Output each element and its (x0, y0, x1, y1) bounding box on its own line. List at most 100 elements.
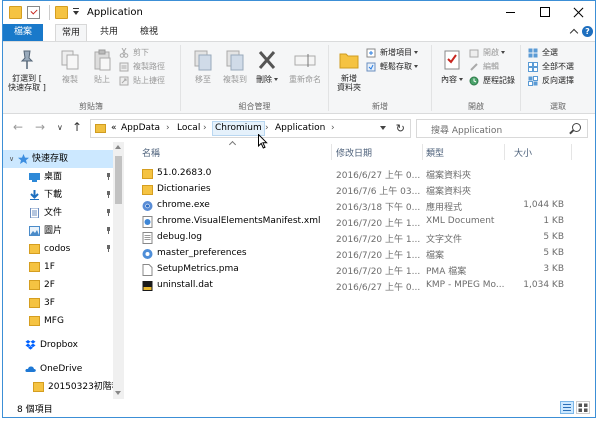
copy-to-button[interactable]: 複製到 (218, 46, 252, 96)
kmp-file-icon (142, 281, 153, 291)
file-row[interactable]: uninstall.dat 2016/6/27 上午 0... KMP - MP… (133, 278, 588, 294)
breadcrumb-chromium[interactable]: Chromium (212, 121, 265, 136)
new-item-button[interactable]: 新增項目 (366, 46, 418, 60)
breadcrumb-appdata[interactable]: AppData (121, 123, 160, 133)
column-header-name[interactable]: 名稱 (142, 146, 160, 159)
pin-to-quick-access-button[interactable]: 釘選到 [ 快速存取 ] (7, 46, 47, 96)
nav-item-documents[interactable]: 文件 (3, 204, 113, 222)
new-folder-button[interactable]: 新增 資料夾 (332, 46, 366, 96)
breadcrumb-separator-icon[interactable]: › (166, 123, 170, 133)
file-row[interactable]: master_preferences 2016/7/20 上午 1... 檔案 … (133, 246, 588, 262)
nav-item-folder-20150323[interactable]: 20150323初階稽 (3, 378, 121, 396)
select-none-button[interactable]: 全部不選 (528, 60, 574, 74)
group-select: 全選 全部不選 反向選擇 選取 (522, 42, 594, 114)
delete-x-icon (258, 51, 276, 69)
maximize-button[interactable] (527, 1, 561, 23)
forward-arrow-icon[interactable]: → (35, 120, 45, 134)
nav-item-quick-access[interactable]: ∨ 快速存取 (3, 150, 113, 168)
breadcrumb-separator-icon[interactable]: › (331, 123, 335, 133)
details-view-button[interactable] (560, 401, 574, 414)
nav-item-desktop[interactable]: 桌面 (3, 168, 113, 186)
search-box[interactable]: 搜尋 Application (416, 119, 588, 138)
recent-locations-chevron-icon[interactable]: ∨ (57, 123, 63, 132)
nav-item-dropbox[interactable]: Dropbox (3, 336, 113, 354)
refresh-icon[interactable]: ↻ (396, 122, 405, 135)
pin-icon[interactable] (105, 191, 112, 198)
scroll-down-icon[interactable] (115, 391, 121, 395)
file-row[interactable]: debug.log 2016/7/20 上午 1... 文字文件 5 KB (133, 230, 588, 246)
file-row[interactable]: Dictionaries 2016/7/6 上午 03... 檔案資料夾 (133, 182, 588, 198)
back-arrow-icon[interactable]: ← (13, 120, 23, 134)
copy-to-icon (226, 50, 244, 71)
invert-selection-button[interactable]: 反向選擇 (528, 74, 574, 88)
collapse-ribbon-icon[interactable] (569, 28, 579, 38)
breadcrumb-application[interactable]: Application (275, 123, 325, 133)
cut-button[interactable]: 剪下 (119, 46, 149, 60)
nav-pane-scrollbar[interactable] (113, 142, 124, 399)
nav-item-codos[interactable]: codos (3, 240, 113, 258)
address-dropdown-icon[interactable] (380, 126, 386, 130)
column-divider[interactable] (422, 144, 423, 160)
paste-shortcut-button[interactable]: 貼上捷徑 (119, 74, 165, 88)
help-icon[interactable]: ? (582, 26, 593, 37)
pin-icon[interactable] (105, 173, 112, 180)
open-button[interactable]: 開啟 (469, 46, 505, 60)
select-all-button[interactable]: 全選 (528, 46, 558, 60)
scrollbar-thumb[interactable] (115, 156, 122, 204)
customize-quick-access-icon[interactable] (73, 8, 79, 15)
breadcrumb-separator-icon[interactable]: › (265, 123, 269, 133)
tab-share[interactable]: 共用 (95, 24, 123, 41)
nav-item-downloads[interactable]: 下載 (3, 186, 113, 204)
history-icon (469, 76, 479, 86)
file-row[interactable]: chrome.exe 2016/3/18 下午 0... 應用程式 1,044 … (133, 198, 588, 214)
column-divider[interactable] (571, 144, 572, 160)
column-header-type[interactable]: 類型 (426, 146, 444, 159)
nav-item-mfg[interactable]: MFG (3, 312, 113, 330)
file-row[interactable]: SetupMetrics.pma 2016/7/20 上午 1... PMA 檔… (133, 262, 588, 278)
nav-item-2f[interactable]: 2F (3, 276, 113, 294)
delete-button[interactable]: 刪除 (252, 46, 282, 96)
copy-path-button[interactable]: 複製路徑 (119, 60, 165, 74)
column-header-date[interactable]: 修改日期 (336, 146, 372, 159)
minimize-button[interactable] (493, 1, 527, 23)
file-row[interactable]: chrome.VisualElementsManifest.xml 2016/7… (133, 214, 588, 230)
move-to-button[interactable]: 移至 (186, 46, 220, 96)
scroll-up-icon[interactable] (115, 145, 121, 149)
copy-button[interactable]: 複製 (53, 46, 87, 96)
breadcrumb-local[interactable]: Local (177, 123, 200, 133)
properties-button[interactable]: 內容 (435, 46, 469, 96)
column-divider[interactable] (331, 144, 332, 160)
nav-item-onedrive[interactable]: OneDrive (3, 360, 113, 378)
breadcrumb-overflow[interactable]: « (111, 123, 117, 133)
file-date: 2016/7/20 上午 1... (336, 219, 421, 229)
large-icons-view-button[interactable] (576, 401, 590, 414)
properties-label: 內容 (441, 75, 463, 84)
pin-icon[interactable] (105, 245, 112, 252)
up-arrow-icon[interactable]: ↑ (72, 120, 82, 134)
breadcrumb-separator-icon[interactable]: › (203, 123, 207, 133)
easy-access-button[interactable]: 輕鬆存取 (366, 60, 418, 74)
nav-item-3f[interactable]: 3F (3, 294, 113, 312)
new-folder-quick-icon[interactable] (55, 6, 68, 19)
chevron-down-icon[interactable]: ∨ (9, 150, 14, 168)
edit-button[interactable]: 編輯 (469, 60, 499, 74)
column-divider[interactable] (504, 144, 505, 160)
rename-button[interactable]: 重新命名 (284, 46, 326, 96)
address-bar[interactable]: « AppData › Local › Chromium › Applicati… (90, 119, 411, 138)
properties-icon[interactable] (27, 6, 40, 19)
file-name: Dictionaries (157, 184, 211, 194)
tab-file[interactable]: 檔案 (3, 24, 43, 41)
column-header-size[interactable]: 大小 (514, 146, 532, 159)
tab-home[interactable]: 常用 (55, 24, 87, 42)
pin-icon[interactable] (105, 227, 112, 234)
tab-view[interactable]: 檢視 (135, 24, 163, 41)
close-button[interactable] (561, 1, 595, 23)
nav-item-1f[interactable]: 1F (3, 258, 113, 276)
file-size: 3 KB (543, 264, 564, 274)
pin-icon[interactable] (105, 209, 112, 216)
history-button[interactable]: 歷程記錄 (469, 74, 515, 88)
chevron-down-icon (414, 51, 418, 54)
nav-item-pictures[interactable]: 圖片 (3, 222, 113, 240)
file-row[interactable]: 51.0.2683.0 2016/6/27 上午 0... 檔案資料夾 (133, 166, 588, 182)
paste-button[interactable]: 貼上 (85, 46, 119, 96)
